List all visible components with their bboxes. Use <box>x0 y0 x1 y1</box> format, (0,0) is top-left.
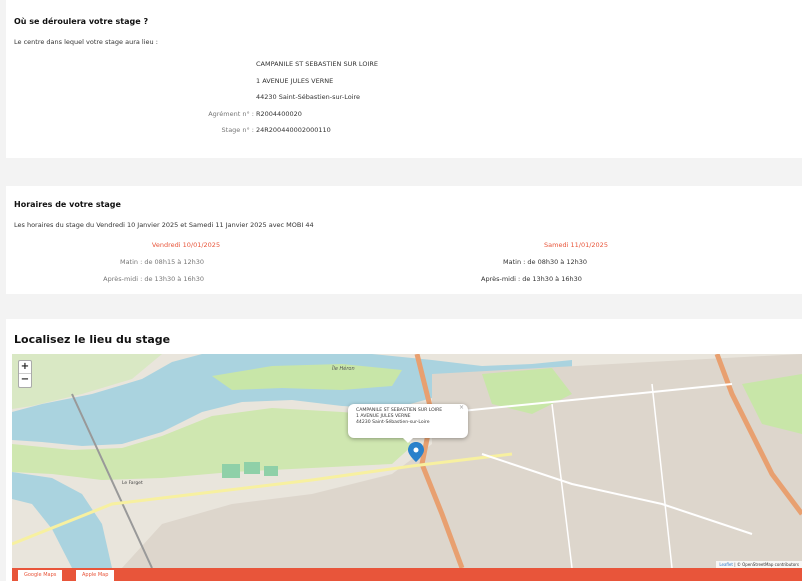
schedule-intro: Les horaires du stage du Vendredi 10 Jan… <box>14 221 314 229</box>
stage-number-label: Stage n° : <box>221 126 254 134</box>
location-panel: Où se déroulera votre stage ? Le centre … <box>6 0 802 158</box>
day-2-morning: Matin : de 08h30 à 12h30 <box>503 258 588 266</box>
center-name: CAMPANILE ST SEBASTIEN SUR LOIRE <box>256 60 378 68</box>
day-1-date: Vendredi 10/01/2025 <box>151 241 221 249</box>
map-view[interactable]: Île Héron Le Farget + − × CAMPANILE ST S… <box>12 354 802 568</box>
map-label-le-farget: Le Farget <box>122 480 143 486</box>
popup-line3: 44230 Saint-Sébastien-sur-Loire <box>356 420 430 425</box>
day-1-afternoon: Après-midi : de 13h30 à 16h30 <box>103 275 204 283</box>
day-2-afternoon: Après-midi : de 13h30 à 16h30 <box>481 275 582 283</box>
map-panel: Localisez le lieu du stage Île Héron Le … <box>6 319 802 581</box>
zoom-in-button[interactable]: + <box>19 361 31 374</box>
map-button-bar: Google Maps Apple Map <box>12 568 802 581</box>
day-2-date: Samedi 11/01/2025 <box>544 241 608 249</box>
apple-map-button[interactable]: Apple Map <box>76 570 115 581</box>
map-attribution: Leaflet | © OpenStreetMap contributors <box>716 561 802 568</box>
day-1-morning: Matin : de 08h15 à 12h30 <box>119 258 204 266</box>
google-maps-button[interactable]: Google Maps <box>18 570 63 581</box>
schedule-title: Horaires de votre stage <box>14 200 121 209</box>
center-address-line2: 44230 Saint-Sébastien-sur-Loire <box>256 93 361 101</box>
zoom-control: + − <box>18 360 32 388</box>
map-field <box>222 464 240 478</box>
marker-dot <box>413 447 419 453</box>
location-title: Où se déroulera votre stage ? <box>14 17 149 26</box>
agrement-value: R2004400020 <box>256 110 302 118</box>
stage-number-value: 24R200440002000110 <box>256 126 331 134</box>
map-label-ile-heron: Île Héron <box>332 365 355 372</box>
popup-close-icon[interactable]: × <box>459 405 464 411</box>
popup-tip <box>402 437 414 443</box>
map-section-title: Localisez le lieu du stage <box>14 333 171 346</box>
map-field <box>264 466 278 476</box>
schedule-panel: Horaires de votre stage Les horaires du … <box>6 186 802 294</box>
osm-attribution[interactable]: © OpenStreetMap contributors <box>737 562 799 567</box>
map-tiles: Île Héron Le Farget <box>12 354 802 568</box>
map-popup: × CAMPANILE ST SEBASTIEN SUR LOIRE 1 AVE… <box>348 404 468 438</box>
location-intro: Le centre dans lequel votre stage aura l… <box>14 38 158 46</box>
center-address-line1: 1 AVENUE JULES VERNE <box>256 77 334 85</box>
agrement-label: Agrément n° : <box>208 110 254 118</box>
map-field <box>244 462 260 474</box>
leaflet-link[interactable]: Leaflet <box>719 562 733 567</box>
zoom-out-button[interactable]: − <box>19 374 31 387</box>
